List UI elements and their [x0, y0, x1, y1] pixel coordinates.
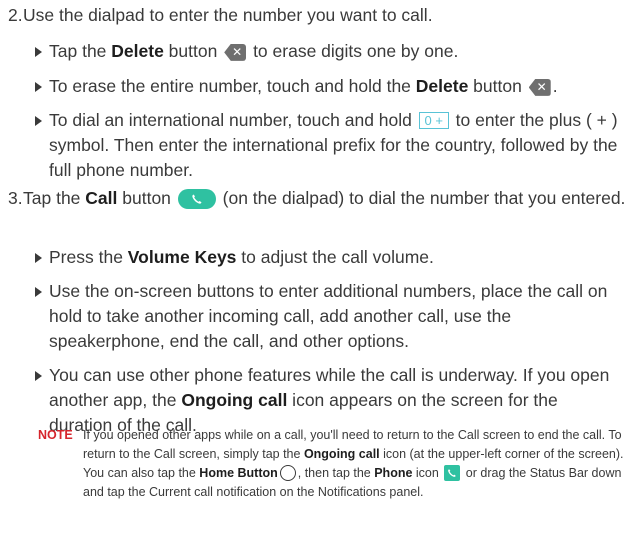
note-text: If you opened other apps while on a call…	[83, 428, 624, 499]
manual-page: 2. Use the dialpad to enter the number y…	[0, 0, 638, 545]
phone-app-icon	[444, 464, 461, 481]
call-button-icon	[177, 189, 216, 210]
step-number: 2.	[8, 5, 23, 25]
delete-backspace-icon: ✕	[528, 78, 551, 96]
bullet-volume: Press the Volume Keys to adjust the call…	[35, 245, 625, 270]
bullet-triangle-icon	[35, 47, 42, 57]
call-label: Call	[85, 188, 118, 208]
home-circle-icon	[279, 464, 296, 481]
bullet-triangle-icon	[35, 116, 42, 126]
step-3: 3. Tap the Call button (on the dialpad) …	[8, 186, 630, 211]
zero-plus-key-icon: 0 +	[418, 111, 449, 129]
bullet-triangle-icon	[35, 287, 42, 297]
bullet-triangle-icon	[35, 82, 42, 92]
bullet-triangle-icon	[35, 253, 42, 263]
step-2: 2. Use the dialpad to enter the number y…	[8, 3, 630, 28]
note-label: NOTE	[38, 428, 73, 442]
bullet-onscreen-buttons: Use the on-screen buttons to enter addit…	[35, 279, 625, 354]
bullet-delete: Tap the Delete button ✕ to erase digits …	[35, 39, 625, 64]
note-box: NOTE If you opened other apps while on a…	[38, 426, 624, 502]
step-text: Tap the Call button (on the dialpad) to …	[23, 188, 626, 210]
delete-label: Delete	[111, 41, 164, 61]
delete-backspace-icon: ✕	[224, 43, 247, 61]
delete-label: Delete	[415, 76, 469, 96]
bullet-triangle-icon	[35, 371, 42, 381]
ongoing-call-label: Ongoing call	[181, 390, 288, 410]
volume-keys-label: Volume Keys	[127, 247, 237, 267]
step-text: Use the dialpad to enter the number you …	[23, 5, 433, 25]
bullet-erase-all: To erase the entire number, touch and ho…	[35, 74, 625, 99]
bullet-international: To dial an international number, touch a…	[35, 108, 625, 183]
step-number: 3.	[8, 188, 23, 208]
